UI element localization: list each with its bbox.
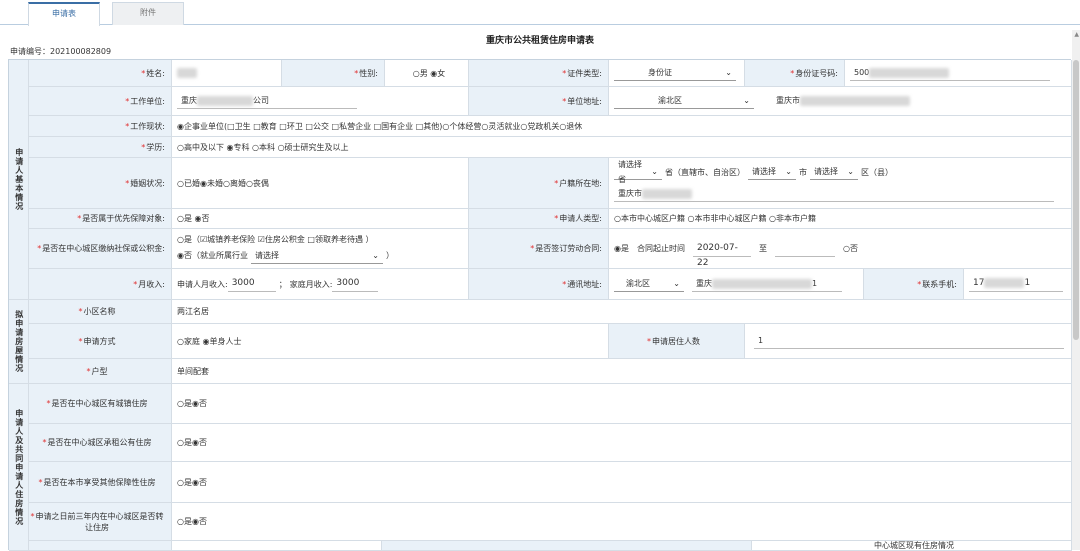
- contract-end-input[interactable]: [774, 241, 835, 257]
- id-number-field[interactable]: 500: [845, 60, 1072, 87]
- gender-radio[interactable]: ○男 ◉女: [385, 60, 469, 87]
- applicant-income-input[interactable]: 3000: [227, 276, 276, 292]
- mail-address-input[interactable]: 重庆 1: [692, 276, 842, 292]
- family-income-input[interactable]: 3000: [332, 276, 379, 292]
- social-security-label: *是否在中心城区缴纳社保或公积金:: [29, 229, 172, 269]
- tab-application-form[interactable]: 申请表: [28, 2, 100, 26]
- resident-count-field[interactable]: 1: [745, 324, 1072, 359]
- applicant-type-radio[interactable]: ○本市中心城区户籍 ○本市非中心城区户籍 ○非本市户籍: [609, 209, 1072, 229]
- other-subsidy-label: * 是否在本市享受其他保障性住房: [29, 462, 172, 503]
- unit-address-field[interactable]: 渝北区 ⌄ 重庆市: [609, 87, 1072, 116]
- tab-attachments[interactable]: 附件: [112, 2, 184, 25]
- province-select[interactable]: 请选择省 ⌄: [614, 160, 662, 184]
- resident-count-label: * 申请居住人数: [609, 324, 745, 359]
- marital-radio[interactable]: ○已婚◉未婚○离婚○丧偶: [172, 158, 469, 209]
- contract-field: ◉是 合同起止时间 2020-07-22 至 ○否: [609, 229, 1072, 269]
- mail-address-field: 渝北区 ⌄ 重庆 1: [609, 269, 864, 300]
- house-transfer-label: *申请之日前三年内在中心城区是否转让住房: [29, 503, 172, 541]
- contract-start-input[interactable]: 2020-07-22: [692, 241, 751, 268]
- other-subsidy-radio[interactable]: ○是◉否: [172, 462, 1072, 503]
- mail-address-label: * 通讯地址:: [469, 269, 609, 300]
- public-rental-radio[interactable]: ○是◉否: [172, 424, 1072, 462]
- house-transfer-radio[interactable]: ○是◉否: [172, 503, 1072, 541]
- apply-method-label: * 申请方式: [29, 324, 172, 359]
- work-status-radio[interactable]: ◉企事业单位(□卫生 □教育 □环卫 □公交 □私营企业 □国有企业 □其他)○…: [172, 116, 1072, 137]
- contract-label: * 是否签订劳动合同:: [469, 229, 609, 269]
- work-status-label: * 工作现状:: [29, 116, 172, 137]
- section-house-info: 拟申请房屋情况: [9, 300, 29, 384]
- form-title: 重庆市公共租赁住房申请表: [485, 36, 594, 46]
- social-security-no[interactable]: ◉否（就业所属行业: [177, 250, 248, 261]
- phone-field[interactable]: 17 1: [964, 269, 1072, 300]
- district-select[interactable]: 请选择 ⌄: [810, 164, 858, 180]
- application-form-table: 申请人基本情况 拟申请房屋情况 申请人及共同申请人住房情况 * 姓名: * 性别: …: [8, 59, 1072, 551]
- scroll-up-icon[interactable]: ▲: [1074, 31, 1079, 38]
- work-unit-field[interactable]: 重庆 公司: [172, 87, 469, 116]
- tab-bar: 申请表 附件: [0, 0, 1080, 26]
- work-unit-label: * 工作单位:: [29, 87, 172, 116]
- unit-type-value: 单间配套: [172, 359, 1072, 384]
- application-number: 申请编号：202100082809: [10, 47, 112, 56]
- urban-house-label: * 是否在中心城区有城镇住房: [29, 384, 172, 424]
- contract-period-label: 合同起止时间: [636, 244, 685, 253]
- income-label: * 月收入:: [29, 269, 172, 300]
- priority-radio[interactable]: ○是 ◉否: [172, 209, 469, 229]
- contract-yes[interactable]: ◉是: [614, 243, 629, 254]
- public-rental-label: * 是否在中心城区承租公有住房: [29, 424, 172, 462]
- contract-no[interactable]: ○否: [843, 243, 858, 254]
- industry-select[interactable]: 请选择 ⌄: [250, 248, 383, 264]
- unit-type-label: * 户型: [29, 359, 172, 384]
- name-label: * 姓名:: [29, 60, 172, 87]
- urban-house-radio[interactable]: ○是◉否: [172, 384, 1072, 424]
- hukou-field: 请选择省 ⌄ 省（直辖市、自治区） 请选择 ⌄ 市 请选择 ⌄ 区（县） 重庆市: [609, 158, 1072, 209]
- income-field: 申请人月收入: 3000 ；家庭月收入: 3000: [172, 269, 469, 300]
- city-select[interactable]: 请选择 ⌄: [748, 164, 796, 180]
- social-security-field: ○是（☑城镇养老保险 ☑住房公积金 □领取养老待遇 ） ◉否（就业所属行业 请选择…: [172, 229, 469, 269]
- id-type-select[interactable]: 身份证 ⌄: [609, 60, 745, 87]
- education-radio[interactable]: ○高中及以下 ◉专科 ○本科 ○硕士研究生及以上: [172, 137, 1072, 158]
- education-label: * 学历:: [29, 137, 172, 158]
- scrollbar-thumb[interactable]: [1073, 60, 1079, 340]
- section-basic-info: 申请人基本情况: [9, 60, 29, 300]
- community-label: * 小区名称: [29, 300, 172, 324]
- section-housing-info: 申请人及共同申请人住房情况: [9, 384, 29, 551]
- applicant-type-label: * 申请人类型:: [469, 209, 609, 229]
- name-field[interactable]: [172, 60, 282, 87]
- gender-label: * 性别:: [282, 60, 385, 87]
- hukou-label: * 户籍所在地:: [469, 158, 609, 209]
- phone-label: * 联系手机:: [864, 269, 964, 300]
- unit-address-label: * 单位地址:: [469, 87, 609, 116]
- hukou-address-input[interactable]: 重庆市: [614, 186, 1054, 202]
- priority-label: * 是否属于优先保障对象:: [29, 209, 172, 229]
- marital-label: * 婚姻状况:: [29, 158, 172, 209]
- chevron-down-icon: ⌄: [725, 68, 732, 77]
- id-number-label: * 身份证号码:: [745, 60, 845, 87]
- name-value: [177, 68, 197, 78]
- chevron-down-icon: ⌄: [743, 96, 750, 105]
- mail-district-select[interactable]: 渝北区 ⌄: [614, 276, 684, 292]
- id-type-label: * 证件类型:: [469, 60, 609, 87]
- contract-to-label: 至: [758, 244, 767, 253]
- social-security-yes[interactable]: ○是（☑城镇养老保险 ☑住房公积金 □领取养老待遇 ）: [177, 234, 374, 245]
- apply-method-radio[interactable]: ○家庭 ◉单身人士: [172, 324, 609, 359]
- community-value: 两江名居: [172, 300, 1072, 324]
